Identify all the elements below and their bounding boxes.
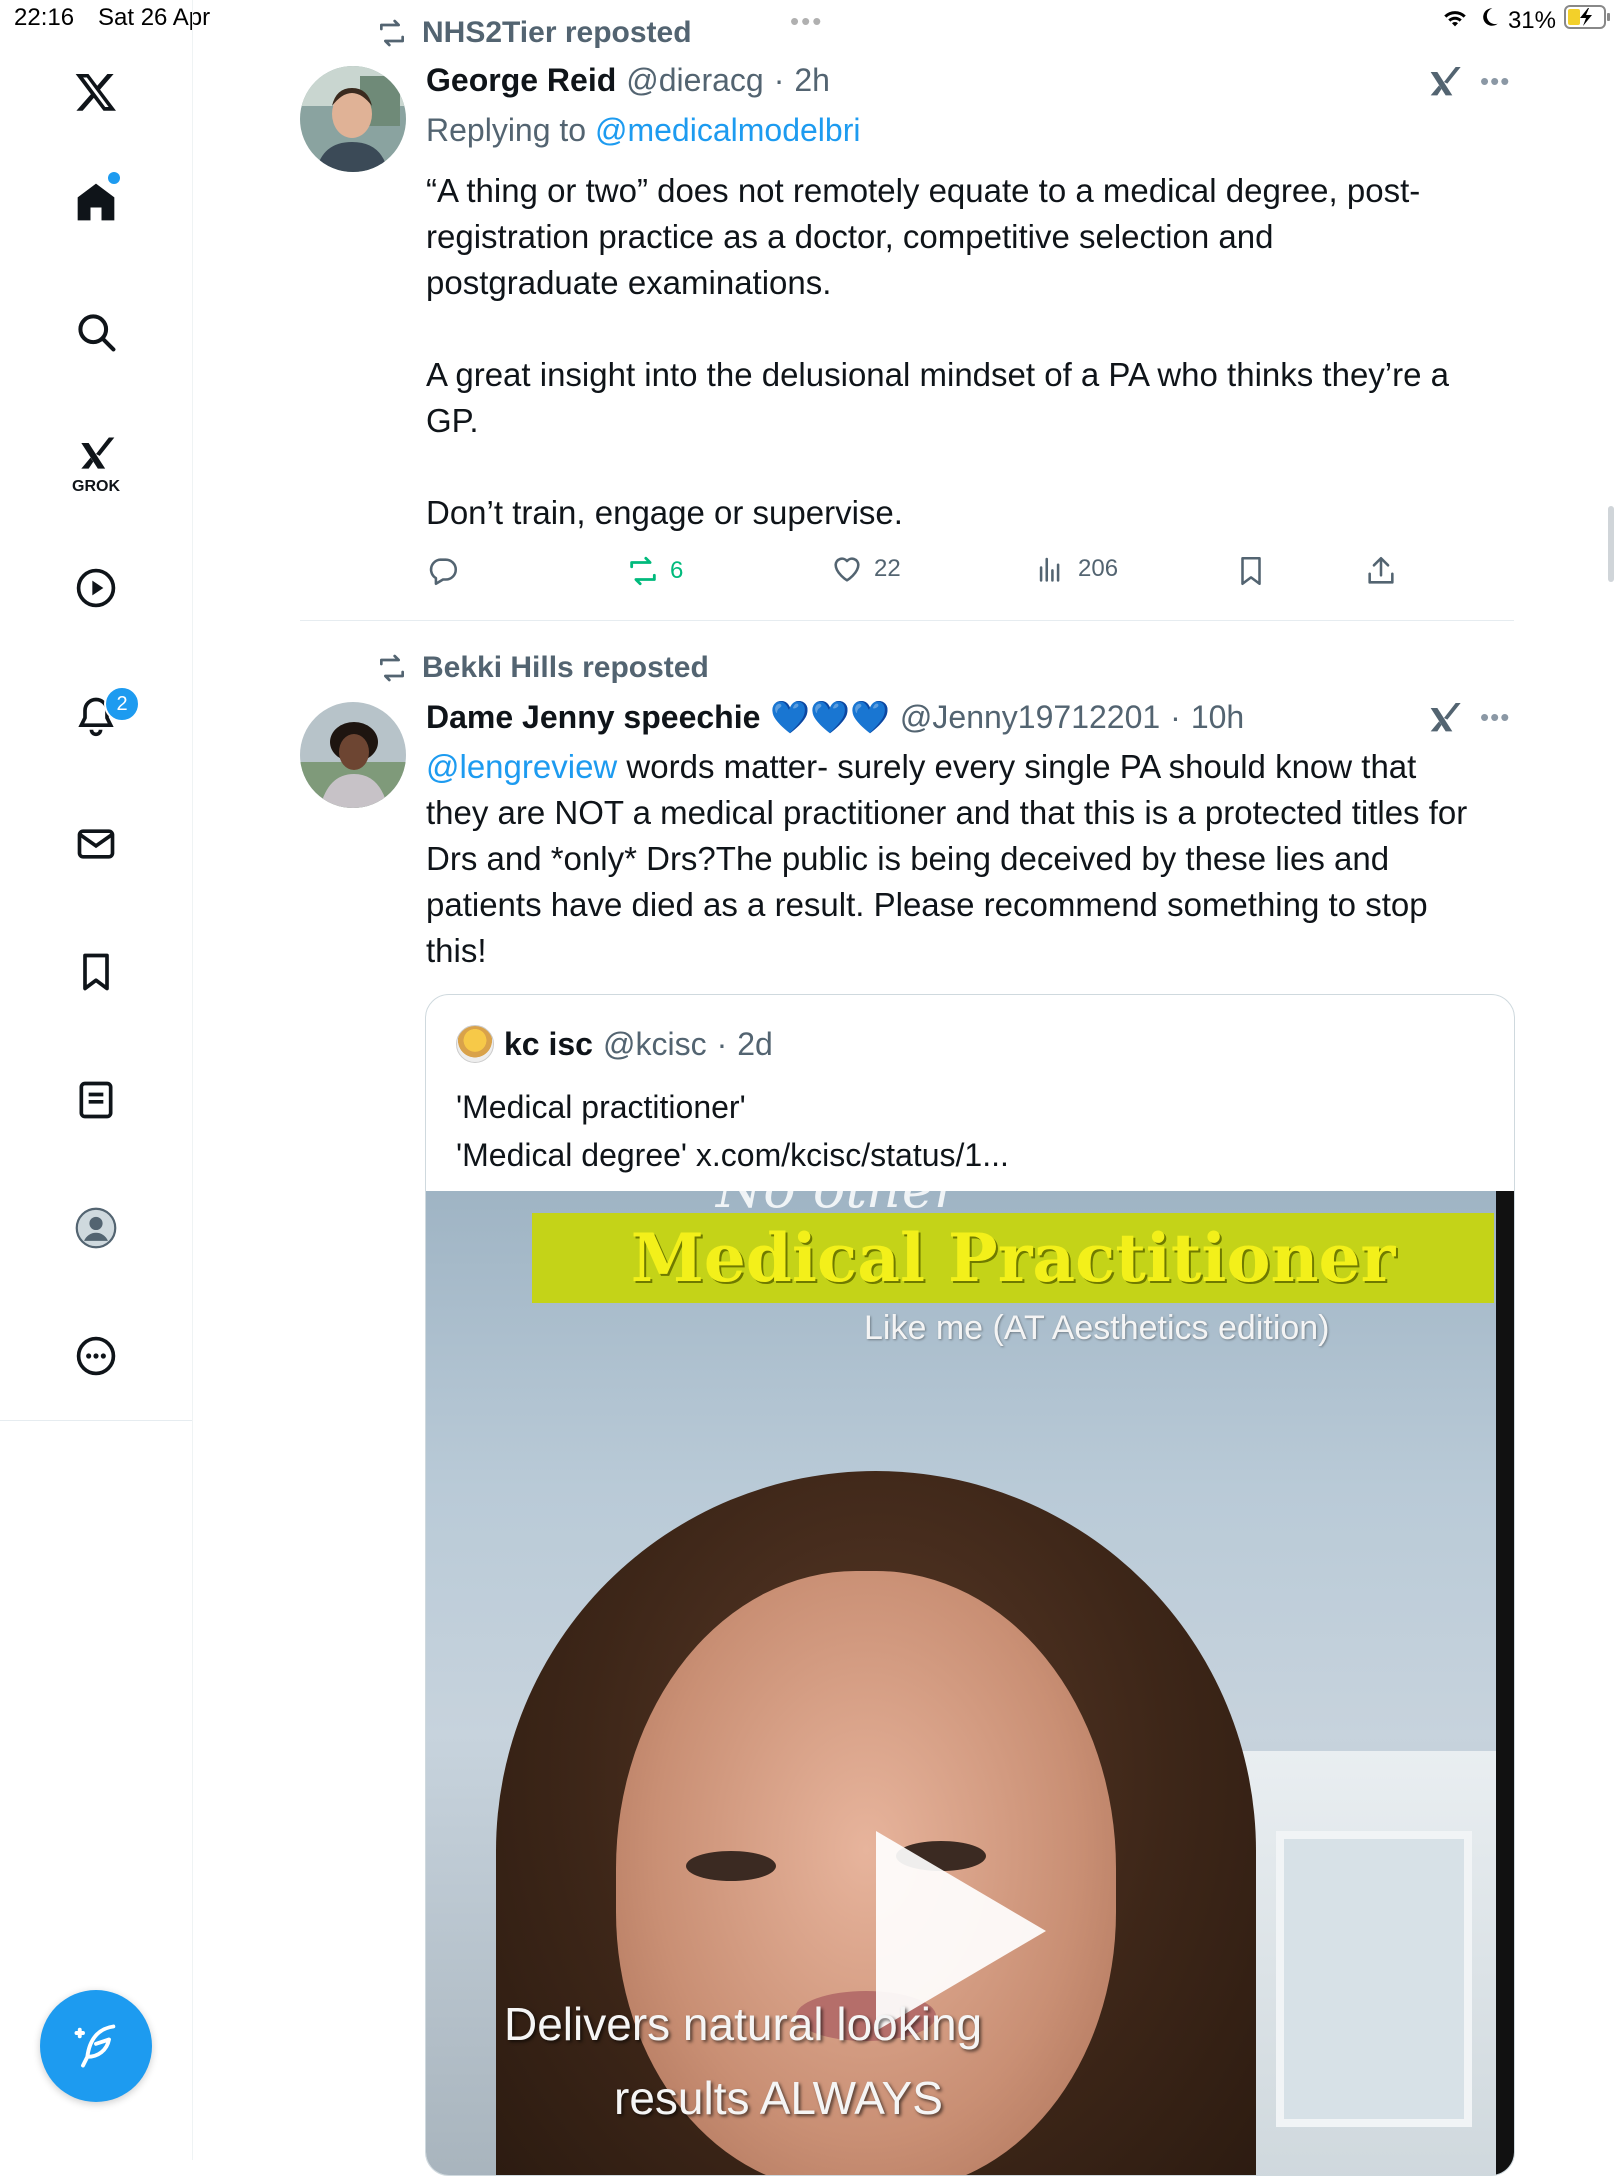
views-button[interactable]: 206: [1034, 552, 1118, 586]
tweet-more-icon[interactable]: •••: [1480, 66, 1510, 97]
profile-icon[interactable]: [66, 1198, 126, 1258]
sidebar-divider: [0, 1420, 192, 1421]
separator-dot: ·: [1170, 699, 1181, 735]
like-count: 22: [874, 555, 901, 582]
battery-charging-icon: [1564, 4, 1612, 37]
views-icon: [1039, 557, 1060, 582]
repost-indicator[interactable]: Bekki Hills reposted: [376, 651, 709, 685]
grok-icon[interactable]: [66, 424, 126, 484]
replying-prefix: Replying to: [426, 112, 587, 148]
author-name[interactable]: Dame Jenny speechie: [426, 699, 760, 736]
scrollbar[interactable]: [1608, 506, 1614, 582]
eye-shape: [686, 1851, 776, 1881]
author-handle[interactable]: @Jenny19712201: [900, 699, 1160, 736]
quote-time[interactable]: 2d: [737, 1026, 773, 1063]
repost-label: Bekki Hills reposted: [422, 651, 709, 684]
compose-icon: [74, 2024, 116, 2068]
video-banner-text: Medical Practitioner: [630, 1219, 1396, 1297]
tweet-time[interactable]: 10h: [1191, 699, 1244, 736]
quote-author-name[interactable]: kc isc: [504, 1026, 593, 1063]
wifi-icon: [1440, 5, 1470, 36]
heart-icon: [834, 557, 860, 582]
background-window: [1276, 1831, 1472, 2127]
status-right: 31%: [1440, 4, 1612, 37]
reply-button[interactable]: [426, 554, 460, 588]
video-subtitle: Like me (AT Aesthetics edition): [864, 1309, 1330, 1347]
repost-indicator[interactable]: NHS2Tier reposted: [376, 16, 692, 50]
video-caption-line2: results ALWAYS: [614, 2072, 943, 2124]
search-icon[interactable]: [66, 302, 126, 362]
tweet-time[interactable]: 2h: [794, 62, 830, 99]
repost-icon: [630, 556, 656, 586]
replying-to-link[interactable]: @medicalmodelbri: [595, 112, 860, 148]
replying-to: Replying to @medicalmodelbri: [426, 112, 860, 149]
tweet-header: Dame Jenny speechie 💙💙💙 @Jenny19712201 ·…: [426, 698, 1244, 736]
bookmarks-icon[interactable]: [66, 942, 126, 1002]
x-logo-icon[interactable]: [66, 62, 126, 122]
heart-emoji: 💙💙💙: [770, 699, 890, 735]
tweet-text-line1: words matter- surely every single PA sho…: [617, 748, 1417, 785]
view-count: 206: [1078, 555, 1119, 582]
avatar[interactable]: [300, 66, 406, 172]
multitasking-dots-icon[interactable]: •••: [790, 6, 823, 37]
video-caption-line1: Delivers natural looking: [504, 1998, 983, 2050]
video-edge: [1496, 1191, 1514, 2175]
like-button[interactable]: 22: [830, 552, 901, 586]
repost-button[interactable]: 6: [626, 554, 683, 588]
quote-author-handle[interactable]: @kcisc: [603, 1026, 707, 1063]
home-unread-dot: [108, 172, 120, 184]
author-handle[interactable]: @dieracg: [626, 62, 763, 99]
notifications-badge: 2: [104, 686, 140, 722]
author-name[interactable]: George Reid: [426, 62, 616, 99]
tweet-header: George Reid @dieracg · 2h: [426, 62, 830, 99]
lists-icon[interactable]: [66, 1070, 126, 1130]
mention-link[interactable]: @lengreview: [426, 748, 617, 785]
grok-explain-icon[interactable]: [1424, 698, 1464, 743]
grok-label: GROK: [72, 478, 120, 495]
tweet-text: @lengreview words matter- surely every s…: [426, 744, 1526, 974]
more-icon[interactable]: [66, 1326, 126, 1386]
reply-icon: [429, 558, 458, 586]
repost-label: NHS2Tier reposted: [422, 16, 692, 49]
video-icon[interactable]: [66, 558, 126, 618]
share-icon: [1368, 556, 1394, 584]
tweet-text: “A thing or two” does not remotely equat…: [426, 172, 1449, 531]
separator-dot: ·: [773, 62, 785, 98]
tweet-text-rest: they are NOT a medical practitioner and …: [426, 794, 1468, 969]
sidebar: GROK 2: [0, 0, 193, 2160]
battery-percent: 31%: [1507, 6, 1556, 34]
compose-button[interactable]: [40, 1990, 152, 2102]
tweet-divider: [300, 620, 1514, 621]
avatar[interactable]: [300, 702, 406, 808]
repost-icon: [380, 19, 404, 47]
quote-text: 'Medical practitioner' 'Medical degree' …: [456, 1089, 1009, 1173]
messages-icon[interactable]: [66, 814, 126, 874]
repost-icon: [380, 654, 404, 682]
bookmark-button[interactable]: [1234, 554, 1268, 588]
avatar[interactable]: [456, 1025, 494, 1063]
tweet-more-icon[interactable]: •••: [1480, 702, 1510, 733]
bookmark-icon: [1241, 556, 1261, 586]
video-thumbnail[interactable]: No other Medical Practitioner Like me (A…: [426, 1191, 1514, 2175]
share-button[interactable]: [1364, 554, 1398, 588]
quoted-tweet[interactable]: kc isc @kcisc · 2d 'Medical practitioner…: [425, 994, 1515, 2176]
moon-icon: [1478, 5, 1500, 36]
quote-header: kc isc @kcisc · 2d: [456, 1025, 773, 1063]
repost-count: 6: [670, 557, 684, 584]
grok-explain-icon[interactable]: [1424, 62, 1464, 107]
separator-dot: ·: [716, 1025, 728, 1062]
